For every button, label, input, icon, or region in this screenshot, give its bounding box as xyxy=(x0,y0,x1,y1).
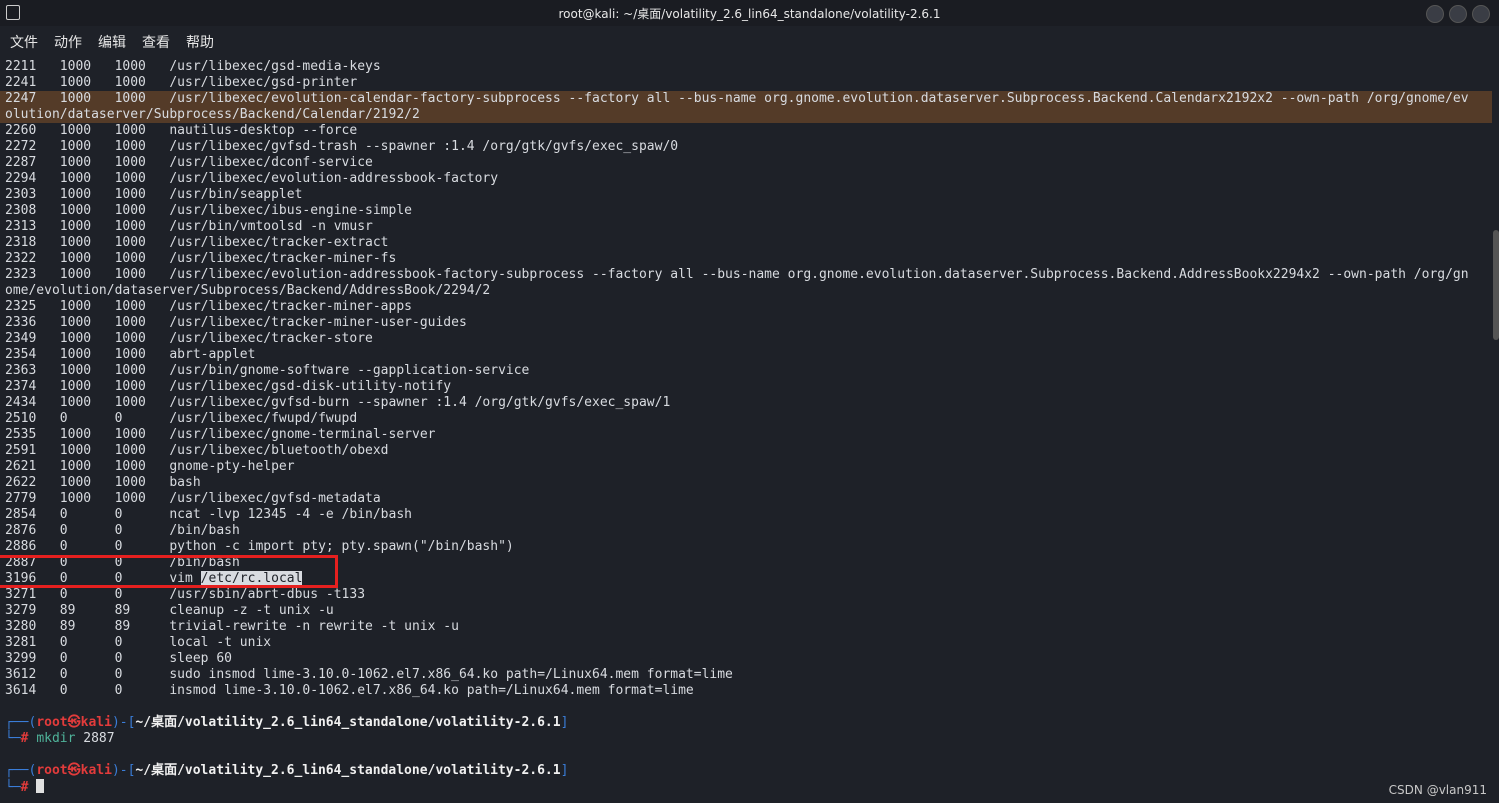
process-row: 3614 0 0 insmod lime-3.10.0-1062.el7.x86… xyxy=(5,683,694,698)
menu-help[interactable]: 帮助 xyxy=(186,32,214,52)
title-bar: root@kali: ~/桌面/volatility_2.6_lin64_sta… xyxy=(0,0,1499,26)
process-row: 3280 89 89 trivial-rewrite -n rewrite -t… xyxy=(5,619,459,634)
process-row: 3281 0 0 local -t unix xyxy=(5,635,272,650)
command-text: mkdir xyxy=(36,731,76,746)
process-row: 2854 0 0 ncat -lvp 12345 -4 -e /bin/bash xyxy=(5,507,412,522)
process-row: 2621 1000 1000 gnome-pty-helper xyxy=(5,459,295,474)
window-title: root@kali: ~/桌面/volatility_2.6_lin64_sta… xyxy=(558,7,941,21)
process-row: 2272 1000 1000 /usr/libexec/gvfsd-trash … xyxy=(5,139,679,154)
terminal-output[interactable]: 2211 1000 1000 /usr/libexec/gsd-media-ke… xyxy=(5,59,1475,796)
process-row: 2241 1000 1000 /usr/libexec/gsd-printer xyxy=(5,75,358,90)
process-row: 2336 1000 1000 /usr/libexec/tracker-mine… xyxy=(5,315,467,330)
process-row: 2886 0 0 python -c import pty; pty.spawn… xyxy=(5,539,514,554)
process-row: 2622 1000 1000 bash xyxy=(5,475,201,490)
process-row: 2211 1000 1000 /usr/libexec/gsd-media-ke… xyxy=(5,59,381,74)
annotation-box xyxy=(0,555,338,588)
menu-edit[interactable]: 编辑 xyxy=(98,32,126,52)
shell-prompt: ┌──(root㉿kali)-[~/桌面/volatility_2.6_lin6… xyxy=(5,763,569,795)
scrollbar[interactable] xyxy=(1493,230,1499,340)
process-row: 2318 1000 1000 /usr/libexec/tracker-extr… xyxy=(5,235,389,250)
menu-bar: 文件 动作 编辑 查看 帮助 xyxy=(0,26,1499,56)
process-row: 3299 0 0 sleep 60 xyxy=(5,651,232,666)
menu-view[interactable]: 查看 xyxy=(142,32,170,52)
process-row: 2354 1000 1000 abrt-applet xyxy=(5,347,256,362)
menu-actions[interactable]: 动作 xyxy=(54,32,82,52)
process-row: 2876 0 0 /bin/bash xyxy=(5,523,240,538)
process-row: 2325 1000 1000 /usr/libexec/tracker-mine… xyxy=(5,299,412,314)
process-row: 2363 1000 1000 /usr/bin/gnome-software -… xyxy=(5,363,530,378)
process-row: 2303 1000 1000 /usr/bin/seapplet xyxy=(5,187,303,202)
minimize-button[interactable] xyxy=(1426,5,1444,23)
watermark: CSDN @vlan911 xyxy=(1388,783,1487,797)
process-row: 2313 1000 1000 /usr/bin/vmtoolsd -n vmus… xyxy=(5,219,373,234)
menu-file[interactable]: 文件 xyxy=(10,32,38,52)
process-row: 2374 1000 1000 /usr/libexec/gsd-disk-uti… xyxy=(5,379,452,394)
close-button[interactable] xyxy=(1472,5,1490,23)
maximize-button[interactable] xyxy=(1449,5,1467,23)
cursor xyxy=(36,779,45,793)
process-row: 2260 1000 1000 nautilus-desktop --force xyxy=(5,123,358,138)
process-row: 2510 0 0 /usr/libexec/fwupd/fwupd xyxy=(5,411,358,426)
process-row: 3279 89 89 cleanup -z -t unix -u xyxy=(5,603,334,618)
process-row: 2308 1000 1000 /usr/libexec/ibus-engine-… xyxy=(5,203,412,218)
process-row: 3271 0 0 /usr/sbin/abrt-dbus -t133 xyxy=(5,587,366,602)
process-row: 2779 1000 1000 /usr/libexec/gvfsd-metada… xyxy=(5,491,381,506)
shell-prompt: ┌──(root㉿kali)-[~/桌面/volatility_2.6_lin6… xyxy=(5,715,569,746)
process-row: 2434 1000 1000 /usr/libexec/gvfsd-burn -… xyxy=(5,395,671,410)
process-row: 2349 1000 1000 /usr/libexec/tracker-stor… xyxy=(5,331,373,346)
process-row: 2535 1000 1000 /usr/libexec/gnome-termin… xyxy=(5,427,436,442)
process-row: 2591 1000 1000 /usr/libexec/bluetooth/ob… xyxy=(5,443,389,458)
process-row: 2287 1000 1000 /usr/libexec/dconf-servic… xyxy=(5,155,373,170)
process-row: 3612 0 0 sudo insmod lime-3.10.0-1062.el… xyxy=(5,667,733,682)
process-row: 2247 1000 1000 /usr/libexec/evolution-ca… xyxy=(5,91,1469,122)
process-row: 2323 1000 1000 /usr/libexec/evolution-ad… xyxy=(5,267,1469,298)
process-row: 2294 1000 1000 /usr/libexec/evolution-ad… xyxy=(5,171,499,186)
process-row: 2322 1000 1000 /usr/libexec/tracker-mine… xyxy=(5,251,397,266)
